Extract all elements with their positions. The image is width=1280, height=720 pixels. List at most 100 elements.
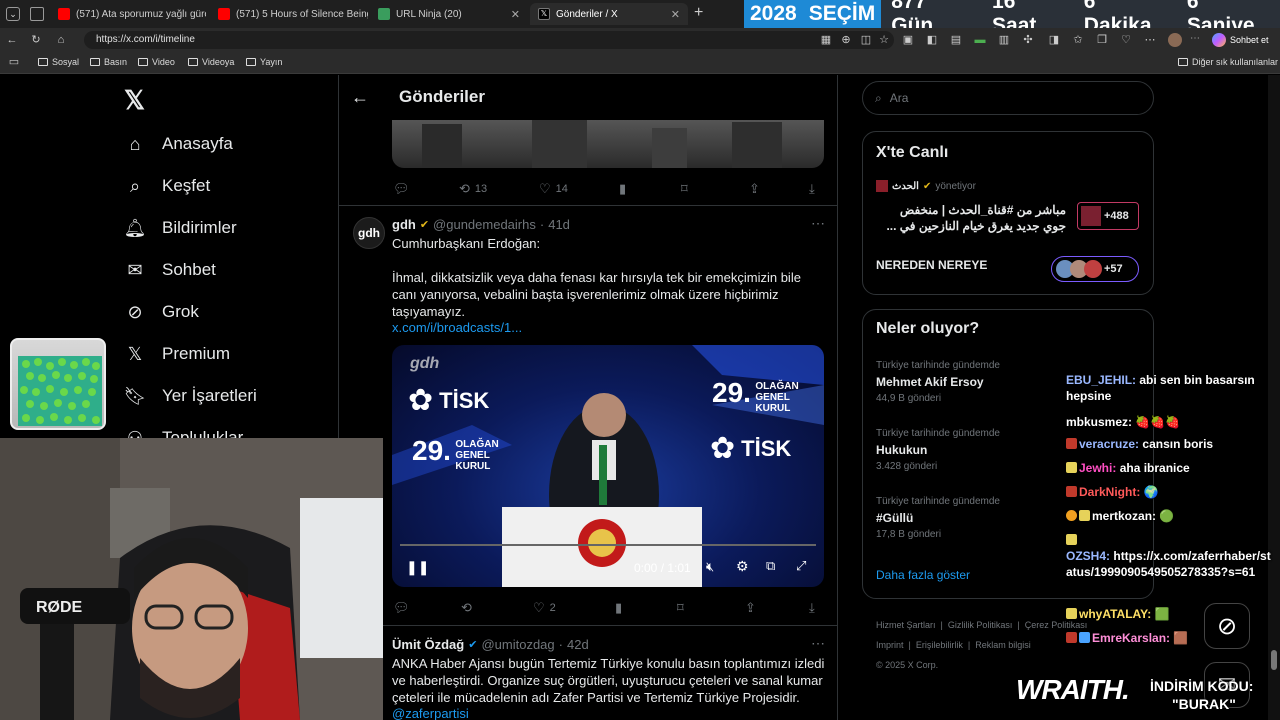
more-options-icon[interactable]: ⋯ [811,215,825,232]
footer-link[interactable]: Erişilebilirlik [916,640,963,650]
browser-tab-4[interactable]: 𝕏 Gönderiler / X ✕ [530,3,688,25]
more-icon[interactable]: ⋯ [1144,34,1156,46]
favorites-icon[interactable]: ✩ [1072,34,1084,46]
menu-icon[interactable]: ⋯ [1190,33,1200,44]
event-line: GENEL [755,392,790,403]
video-progress-track[interactable] [400,544,816,546]
tweet-link[interactable]: x.com/i/broadcasts/1... [392,319,522,336]
reply-button[interactable]: 💬︎ [393,600,410,616]
sidebar-toggle-icon[interactable]: ▭ [8,56,20,68]
show-more-link[interactable]: Daha fazla göster [876,568,970,582]
extension-icon[interactable]: ◧ [926,34,938,46]
sidebar-item-grok[interactable]: ⊘ Grok [124,301,198,323]
chat-text: 🍓🍓🍓 [1135,415,1181,429]
favorite-folder-yayin[interactable]: Yayın [246,57,282,67]
profile-avatar[interactable] [1168,33,1182,47]
close-icon[interactable]: ✕ [511,8,520,21]
other-favorites[interactable]: Diğer sık kullanılanlar [1178,57,1278,67]
space-title[interactable]: مباشر من #قناة_الحدث | منخفض جوي جديد يغ… [876,202,1066,234]
views-button[interactable]: ▮ [619,181,626,197]
reply-button[interactable]: 💬︎ [393,181,410,197]
sidebar-item-premium[interactable]: 𝕏 Premium [124,343,230,365]
close-icon[interactable]: ✕ [671,8,680,21]
more-options-icon[interactable]: ⋯ [811,635,825,652]
pause-icon[interactable]: ❚❚ [406,559,429,576]
favorite-folder-sosyal[interactable]: Sosyal [38,57,79,67]
extension-icon[interactable]: ▣ [902,34,914,46]
favorite-star-icon[interactable]: ☆ [878,34,890,46]
listener-count: +488 [1104,210,1129,222]
footer-link[interactable]: Reklam bilgisi [975,640,1031,650]
grok-floating-button[interactable]: ⊘ [1204,603,1250,649]
extension-icon[interactable]: ▥ [998,34,1010,46]
settings-gear-icon[interactable]: ⚙ [736,558,749,575]
x-logo-icon[interactable]: 𝕏 [124,85,145,116]
tweet-time[interactable]: 42d [567,637,589,652]
video-player[interactable]: gdh ✿ TİSK 29. OLAĞAN GENEL KURUL 29. OL… [392,345,824,587]
download-icon: ⤓ [809,181,815,196]
zoom-icon[interactable]: ⊕ [840,34,852,46]
share-button[interactable]: ⇪ [749,181,760,197]
mute-icon[interactable]: 🔇︎ [706,559,714,575]
author-handle[interactable]: @gundemedairhs [433,217,536,232]
sidebar-item-messages[interactable]: ✉ Sohbet [124,259,215,281]
heart-icon[interactable]: ♡ [1120,34,1132,46]
download-button[interactable]: ⤓ [809,600,815,616]
refresh-icon[interactable]: ↻ [30,34,42,46]
avatar[interactable]: gdh [353,217,385,249]
puzzle-icon[interactable]: ✣ [1022,34,1034,46]
retweet-button[interactable]: ⟲ 13 [459,181,487,197]
copilot-chat-button[interactable]: Sohbet et [1212,32,1269,48]
new-tab-button[interactable]: + [694,4,703,22]
download-button[interactable]: ⤓ [809,181,815,197]
split-screen-icon[interactable]: ◨ [1048,34,1060,46]
space-title[interactable]: NEREDEN NEREYE [876,258,987,272]
like-button[interactable]: ♡ 14 [539,181,568,197]
tweet-mention[interactable]: @zaferpartisi [392,705,469,720]
scrollbar-thumb[interactable] [1271,650,1277,670]
back-arrow-icon[interactable]: ← [351,87,369,108]
bookmark-button[interactable]: ⌑ [681,181,688,197]
author-handle[interactable]: @umitozdag [481,637,554,652]
sidebar-item-explore[interactable]: ⌕ Keşfet [124,175,210,197]
fullscreen-icon[interactable]: ⤢ [796,558,806,574]
tab-actions-icon[interactable]: ⌄ [6,7,20,21]
extension-icon[interactable]: ▤ [950,34,962,46]
sidebar-item-home[interactable]: ⌂ Anasayfa [124,133,233,155]
collections-icon[interactable]: ❐ [1096,34,1108,46]
author-name[interactable]: gdh [392,217,416,232]
favorite-folder-videoya[interactable]: Videoya [188,57,234,67]
browser-tab-3[interactable]: URL Ninja (20) ✕ [370,3,528,25]
favorite-folder-basin[interactable]: Basın [90,57,127,67]
bookmark-icon: ⌑ [681,181,688,196]
favorite-folder-video[interactable]: Video [138,57,175,67]
sidebar-item-notifications[interactable]: 🔔︎ Bildirimler [124,217,237,239]
space-listeners[interactable]: +57 [1051,256,1139,282]
views-button[interactable]: ▮ [615,600,622,616]
extension-icon[interactable]: ▬ [974,34,986,46]
share-button[interactable]: ⇪ [745,600,756,616]
tweet-image[interactable] [392,120,824,168]
live-host[interactable]: الحدث ✔ yönetiyor [876,180,976,192]
like-button[interactable]: ♡ 2 [533,600,556,616]
tweet-time[interactable]: 41d [548,217,570,232]
retweet-button[interactable]: ⟲ [461,600,472,616]
search-input[interactable]: ⌕ Ara [862,81,1154,115]
browser-tab-1[interactable]: (571) Ata sporumuz yağlı güreşin ı ✕ [50,3,206,25]
workspaces-icon[interactable] [30,7,44,21]
home-icon[interactable]: ⌂ [55,34,67,46]
space-listeners[interactable]: +488 [1077,202,1139,230]
footer-link[interactable]: Gizlilik Politikası [948,620,1013,630]
footer-link[interactable]: Imprint [876,640,904,650]
url-field[interactable]: https://x.com/i/timeline [84,31,894,49]
chat-message [1066,532,1276,548]
read-aloud-icon[interactable]: ▦ [820,34,832,46]
bookmark-button[interactable]: ⌑ [677,600,684,616]
footer-link[interactable]: Hizmet Şartları [876,620,936,630]
popout-icon[interactable]: ⧉ [766,558,775,574]
extension-icon[interactable]: ◫ [860,34,872,46]
browser-tab-2[interactable]: (571) 5 Hours of Silence Being Ra ✕ [210,3,368,25]
sidebar-item-bookmarks[interactable]: 🔖︎ Yer İşaretleri [124,385,257,407]
author-name[interactable]: Ümit Özdağ [392,637,464,652]
back-icon[interactable]: ← [6,34,18,46]
